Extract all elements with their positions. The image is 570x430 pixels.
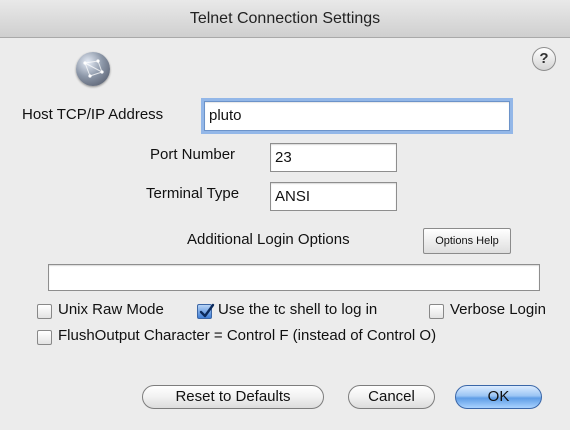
window-title: Telnet Connection Settings: [0, 0, 570, 38]
ok-button[interactable]: OK: [455, 385, 542, 409]
help-question-icon[interactable]: ?: [532, 47, 556, 71]
unix-raw-mode-checkbox[interactable]: [37, 304, 52, 319]
flush-output-checkbox[interactable]: [37, 330, 52, 345]
cancel-button[interactable]: Cancel: [348, 385, 435, 409]
flush-output-label: FlushOutput Character = Control F (inste…: [58, 327, 437, 344]
host-label: Host TCP/IP Address: [22, 106, 164, 123]
checkmark-icon: [199, 303, 215, 318]
login-options-input[interactable]: [48, 264, 540, 291]
port-label: Port Number: [150, 146, 236, 163]
terminal-type-input[interactable]: ANSI: [270, 182, 397, 211]
tc-shell-checkbox[interactable]: [197, 303, 215, 319]
unix-raw-mode-label: Unix Raw Mode: [58, 301, 164, 318]
verbose-login-label: Verbose Login: [450, 301, 546, 318]
tc-shell-label: Use the tc shell to log in: [218, 301, 378, 318]
verbose-login-checkbox[interactable]: [429, 304, 444, 319]
login-options-label: Additional Login Options: [187, 231, 350, 248]
reset-defaults-button[interactable]: Reset to Defaults: [142, 385, 324, 409]
host-address-input[interactable]: pluto: [204, 101, 510, 131]
telnet-settings-dialog: Telnet Connection Settings ? Host TCP/IP…: [0, 0, 570, 430]
terminal-label: Terminal Type: [146, 185, 240, 202]
globe-network-icon: [76, 52, 110, 86]
port-number-input[interactable]: 23: [270, 143, 397, 172]
options-help-button[interactable]: Options Help: [423, 228, 511, 254]
